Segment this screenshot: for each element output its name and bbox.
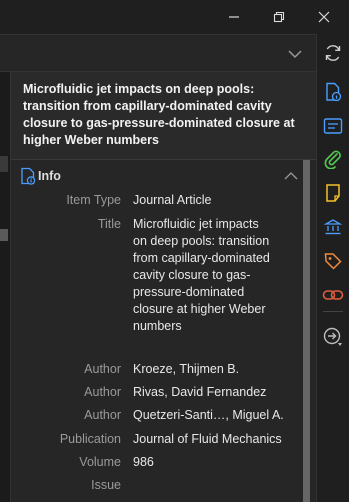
locate-icon[interactable] [321,325,345,349]
item-header: Microfluidic jet impacts on deep pools: … [11,72,316,160]
tags-icon[interactable] [321,249,345,273]
title-bar [0,0,349,34]
field-value[interactable]: Microfluidic jet impacts on deep pools: … [133,216,275,335]
notes-icon[interactable] [321,181,345,205]
item-toolbar [0,34,316,72]
info-document-icon[interactable] [321,80,345,104]
field-label: Volume [79,455,121,469]
related-icon[interactable] [321,283,345,307]
field-value[interactable]: Quetzeri-Santi…, Miguel A. [133,407,301,424]
field-value[interactable]: Journal Article [133,192,301,209]
field-value[interactable]: 986 [133,454,301,471]
field-label: Title [97,217,121,231]
info-section-label: Info [38,169,61,183]
item-title[interactable]: Microfluidic jet impacts on deep pools: … [23,81,303,149]
field-label: Publication [59,432,121,446]
abstract-icon[interactable] [321,114,345,138]
field-label: Item Type [66,193,121,207]
chevron-up-icon[interactable] [284,170,298,184]
field-label: Author [84,408,121,422]
libraries-collections-icon[interactable] [321,215,345,239]
info-section-header[interactable]: Info [11,166,306,188]
pane-sidebar [316,34,349,502]
selected-row-edge[interactable] [0,229,8,241]
items-list-edge [0,72,11,502]
minimize-icon[interactable] [221,4,247,30]
attachments-icon[interactable] [321,147,345,171]
field-value[interactable]: Kroeze, Thijmen B. [133,361,301,378]
field-label: Issue [91,478,121,492]
field-value[interactable]: Journal of Fluid Mechanics [133,431,301,448]
restore-icon[interactable] [266,4,292,30]
chevron-down-icon[interactable] [286,45,304,63]
field-value[interactable]: Rivas, David Fernandez [133,384,301,401]
scrollbar[interactable] [303,160,310,502]
sync-icon[interactable] [321,41,345,65]
list-column-edge [0,156,8,172]
sidebar-divider [323,311,343,312]
field-label: Author [84,362,121,376]
document-icon [20,167,36,188]
item-pane: Microfluidic jet impacts on deep pools: … [11,72,316,502]
field-label: Author [84,385,121,399]
close-icon[interactable] [311,4,337,30]
